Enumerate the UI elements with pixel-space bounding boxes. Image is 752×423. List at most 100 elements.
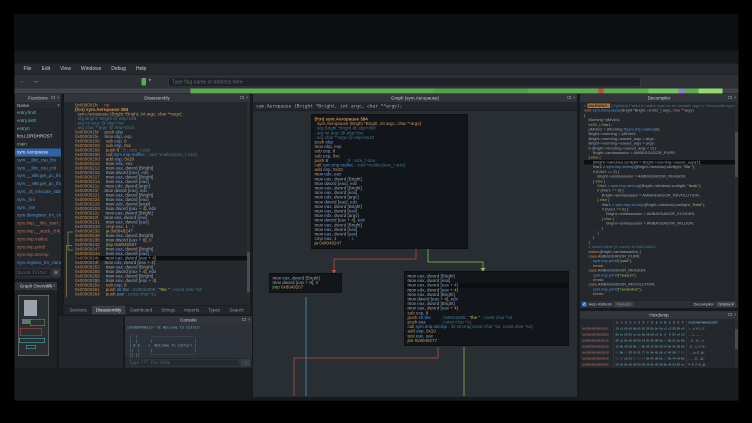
asm-line[interactable]: 0x00000264push eax ; const char *s1 bbox=[75, 292, 250, 297]
decompiler-line[interactable]: break; bbox=[584, 292, 738, 297]
scrollbar[interactable] bbox=[735, 319, 738, 368]
tab-dashboard[interactable]: Dashboard bbox=[126, 306, 156, 315]
close-icon[interactable]: × bbox=[248, 318, 251, 322]
minimap-node bbox=[20, 328, 42, 336]
functions-list: entry.fini0entry.init0entry0fcn.LORDHROS… bbox=[15, 109, 61, 267]
close-icon[interactable]: × bbox=[57, 96, 60, 100]
function-item[interactable]: sym._fini bbox=[15, 196, 61, 204]
hexdump-panel: Hexdump × 0123456789ABCDEF0123456789ABCD… bbox=[580, 311, 739, 369]
float-icon[interactable] bbox=[728, 96, 732, 99]
scrollbar[interactable] bbox=[735, 102, 738, 301]
float-icon[interactable] bbox=[728, 313, 732, 316]
graph-asm-line[interactable]: jmp 0x8049267 bbox=[270, 285, 342, 290]
float-icon[interactable] bbox=[567, 96, 571, 99]
graph-node-entry[interactable]: (fcn) sym.Aeropause 384 sym.Aeropause (B… bbox=[311, 114, 468, 249]
function-item[interactable]: sym.Aeropause bbox=[15, 148, 61, 156]
function-item[interactable]: entry0 bbox=[15, 125, 61, 133]
graph-function-signature: sym.Aeropause (Bright *Bright, int argc,… bbox=[253, 102, 577, 111]
disassembly-panel: Disassembly × 0x000001fcret(fcn) sym.Aer… bbox=[64, 94, 251, 306]
quick-filter-input[interactable] bbox=[16, 269, 51, 277]
console-input[interactable] bbox=[127, 359, 240, 367]
function-item[interactable]: sym._init bbox=[15, 204, 61, 212]
auto-refresh-checkbox[interactable]: ✓ bbox=[582, 302, 587, 307]
close-icon[interactable]: × bbox=[246, 96, 249, 100]
float-icon[interactable] bbox=[242, 318, 246, 321]
menu-bar: FileEditViewWindowsDebugHelp bbox=[15, 64, 739, 75]
tab-sections[interactable]: Sections bbox=[66, 306, 91, 315]
console-panel: Console × [0x080490a1]> ?E Welcome to Cu… bbox=[125, 316, 253, 369]
decompiler-panel: Decompiler × // WARNING: [r2ghidra] Fail… bbox=[580, 94, 739, 309]
widget-tab-bar: SectionsDisassemblyDashboardStringsImpor… bbox=[64, 306, 251, 315]
decompiler-code: // WARNING: [r2ghidra] Failed to match t… bbox=[580, 102, 738, 301]
graph-canvas[interactable]: (fcn) sym.Aeropause 384 sym.Aeropause (B… bbox=[253, 111, 577, 397]
search-input[interactable] bbox=[169, 77, 641, 87]
toolbar: ← → ▾ bbox=[15, 75, 739, 89]
graph-node-false-branch[interactable]: mov eax, dword [Bright]mov dword [eax + … bbox=[269, 273, 342, 293]
function-item[interactable]: sym.imp.malloc bbox=[15, 235, 61, 243]
graph-panel: Graph (sym.Aeropause) × sym.Aeropause (B… bbox=[253, 94, 578, 398]
hexdump-grid[interactable]: 0123456789ABCDEF0123456789ABCDEF0x000000… bbox=[580, 319, 738, 368]
cutter-window: FileEditViewWindowsDebugHelp ← → ▾ Funct… bbox=[14, 14, 738, 400]
tab-search[interactable]: Search bbox=[225, 306, 247, 315]
graph-overview-panel: Graph Overview × bbox=[15, 282, 58, 369]
graph-asm-line[interactable]: jne 0x8049277 bbox=[405, 338, 569, 343]
function-item[interactable]: sym.register_tm_clones bbox=[15, 259, 61, 267]
graph-panel-title: Graph (sym.Aeropause) × bbox=[253, 94, 577, 102]
float-icon[interactable] bbox=[51, 96, 55, 99]
disassembly-listing: 0x000001fcret(fcn) sym.Aeropause 384 sym… bbox=[64, 102, 250, 297]
tab-imports[interactable]: Imports bbox=[180, 306, 203, 315]
menu-view[interactable]: View bbox=[55, 64, 76, 75]
refresh-button[interactable]: Refresh bbox=[614, 302, 634, 308]
jump-arrows bbox=[65, 103, 75, 297]
function-item[interactable]: sym._dl_relocate_static_pie bbox=[15, 188, 61, 196]
close-icon[interactable]: × bbox=[734, 313, 737, 317]
graph-overview-title: Graph Overview × bbox=[15, 282, 57, 290]
function-item[interactable]: sym.__libc_csu_fini bbox=[15, 156, 61, 164]
float-icon[interactable] bbox=[47, 284, 51, 287]
decompiler-engine-select[interactable]: Ghidra ▾ bbox=[716, 302, 736, 308]
function-item[interactable]: sym.deregister_tm_clones bbox=[15, 212, 61, 220]
functions-column-header[interactable]: Name▾ bbox=[15, 102, 61, 109]
function-item[interactable]: sym.__x86.get_pc_thunk.bp bbox=[15, 172, 61, 180]
flagspace-icon[interactable] bbox=[142, 78, 147, 86]
graph-asm-line[interactable]: ja 0x8049247 bbox=[312, 241, 468, 246]
functions-panel-title: Functions × bbox=[15, 94, 61, 102]
function-item[interactable]: sym.imp.__stack_chk_fail bbox=[15, 227, 61, 235]
back-arrow-icon[interactable]: ← bbox=[20, 77, 28, 86]
scrollbar[interactable] bbox=[247, 102, 250, 297]
function-item[interactable]: entry.init0 bbox=[15, 117, 61, 125]
minimap-node bbox=[22, 319, 30, 324]
graph-node-true-branch[interactable]: mov eax, dword [Bright]mov eax, dword [e… bbox=[404, 271, 569, 346]
hexdump-row[interactable]: 0x0000000000025050048b45088950048b45088b… bbox=[582, 362, 737, 368]
window-bottom-strip bbox=[15, 398, 739, 401]
console-send-icon[interactable]: → bbox=[241, 359, 251, 367]
function-item[interactable]: sym.imp.__libc_start_main bbox=[15, 220, 61, 228]
function-item[interactable]: sym.imp.strcmp bbox=[15, 251, 61, 259]
tab-disassembly[interactable]: Disassembly bbox=[92, 306, 126, 315]
forward-arrow-icon[interactable]: → bbox=[32, 77, 40, 86]
graph-overview-minimap[interactable] bbox=[15, 290, 57, 368]
function-item[interactable]: entry.fini0 bbox=[15, 109, 61, 117]
menu-debug[interactable]: Debug bbox=[106, 64, 131, 75]
window-band bbox=[15, 51, 739, 64]
filter-options-button[interactable]: ▦ bbox=[52, 269, 60, 277]
flagspace-caret-icon[interactable]: ▾ bbox=[149, 78, 152, 84]
tab-strings[interactable]: Strings bbox=[157, 306, 179, 315]
menu-windows[interactable]: Windows bbox=[76, 64, 106, 75]
function-item[interactable]: fcn.LORDHROST bbox=[15, 133, 61, 141]
function-item[interactable]: sym.imp.printf bbox=[15, 243, 61, 251]
minimap-node bbox=[26, 345, 36, 349]
menu-file[interactable]: File bbox=[19, 64, 37, 75]
function-item[interactable]: sym.__libc_csu_init bbox=[15, 164, 61, 172]
menu-edit[interactable]: Edit bbox=[37, 64, 56, 75]
function-item[interactable]: main bbox=[15, 141, 61, 149]
functions-panel: Functions × Name▾ entry.fini0entry.init0… bbox=[15, 94, 62, 280]
close-icon[interactable]: × bbox=[53, 284, 56, 288]
menu-help[interactable]: Help bbox=[131, 64, 151, 75]
close-icon[interactable]: × bbox=[734, 96, 737, 100]
decompiler-panel-title: Decompiler × bbox=[580, 94, 738, 102]
float-icon[interactable] bbox=[240, 96, 244, 99]
tab-types[interactable]: Types bbox=[204, 306, 224, 315]
close-icon[interactable]: × bbox=[573, 96, 576, 100]
function-item[interactable]: sym.__x86.get_pc_thunk.bx bbox=[15, 180, 61, 188]
